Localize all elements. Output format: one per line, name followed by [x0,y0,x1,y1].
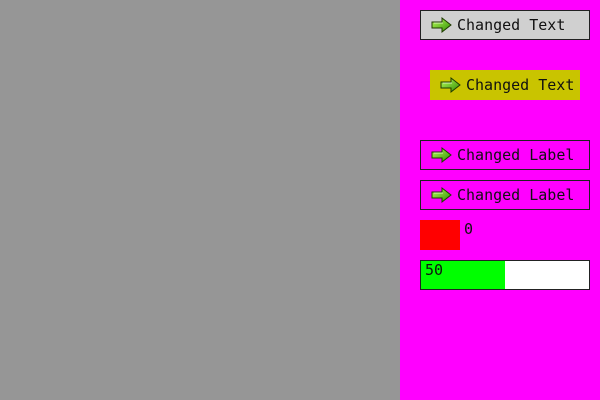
arrow-right-icon [431,185,453,205]
arrow-right-icon-svg [431,146,452,164]
left-canvas [0,0,400,400]
progress-value: 50 [425,261,444,279]
arrow-right-icon [440,75,462,95]
changed-text-button-1-label: Changed Text [457,16,566,34]
changed-label-button-2[interactable]: Changed Label [420,180,590,210]
changed-text-button-2[interactable]: Changed Text [430,70,580,100]
app-window: Changed Text Changed Text Changed Label … [0,0,600,400]
color-swatch[interactable] [420,220,460,250]
arrow-right-icon-svg [431,186,452,204]
arrow-right-icon-svg [440,76,461,94]
changed-text-button-2-label: Changed Text [466,76,575,94]
changed-text-button-1[interactable]: Changed Text [420,10,590,40]
right-panel: Changed Text Changed Text Changed Label … [400,0,600,400]
swatch-value: 0 [464,220,474,238]
arrow-right-icon-svg [431,16,452,34]
progress-bar[interactable]: 50 [420,260,590,290]
changed-label-button-1[interactable]: Changed Label [420,140,590,170]
arrow-right-icon [431,15,453,35]
changed-label-button-1-label: Changed Label [457,146,575,164]
changed-label-button-2-label: Changed Label [457,186,575,204]
arrow-right-icon [431,145,453,165]
